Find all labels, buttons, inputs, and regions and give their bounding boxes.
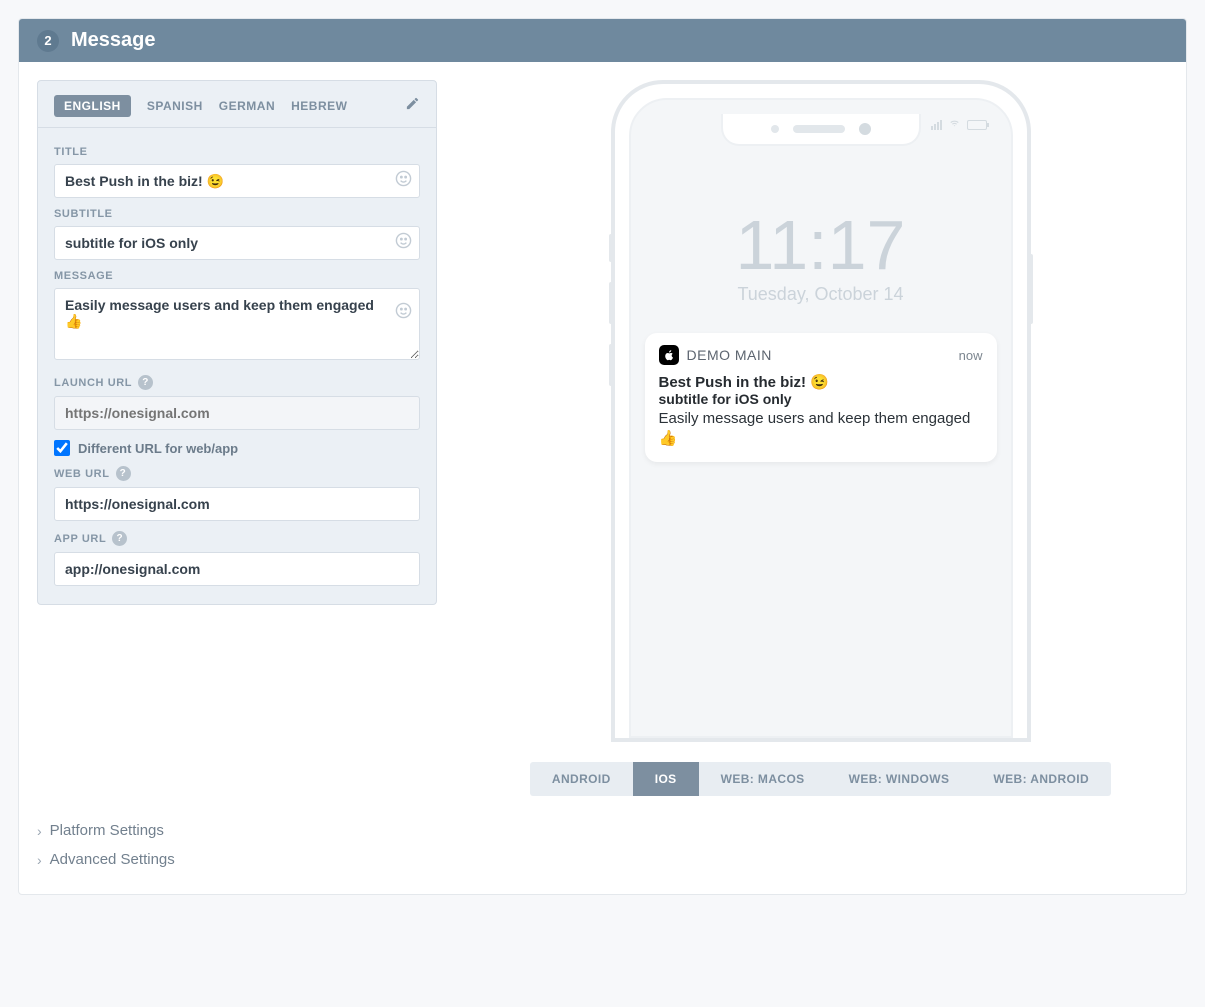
web-url-input[interactable] — [54, 487, 420, 521]
title-input[interactable] — [54, 164, 420, 198]
platform-settings-label: Platform Settings — [50, 822, 164, 839]
app-icon — [659, 345, 679, 365]
notification-app-name: DEMO MAIN — [687, 347, 772, 363]
message-textarea[interactable]: Easily message users and keep them engag… — [54, 288, 420, 360]
card-title: Message — [71, 29, 156, 52]
message-card: 2 Message ENGLISH SPANISH GERMAN HEBREW … — [18, 18, 1187, 895]
language-tabs: ENGLISH SPANISH GERMAN HEBREW — [38, 81, 436, 127]
different-url-label: Different URL for web/app — [78, 441, 238, 456]
collapsible-sections: › Platform Settings › Advanced Settings — [19, 796, 1186, 894]
chevron-right-icon: › — [37, 823, 42, 839]
status-bar-icons — [931, 118, 987, 131]
subtitle-label: SUBTITLE — [54, 208, 420, 220]
web-url-label-text: WEB URL — [54, 468, 110, 480]
advanced-settings-toggle[interactable]: › Advanced Settings — [37, 845, 1168, 874]
lock-screen-time: 11:17 — [631, 210, 1011, 280]
platform-tab-android[interactable]: ANDROID — [530, 762, 633, 796]
emoji-picker-icon[interactable] — [395, 302, 412, 324]
app-url-label-text: APP URL — [54, 533, 106, 545]
notification-time: now — [959, 348, 983, 363]
emoji-picker-icon[interactable] — [395, 232, 412, 254]
platform-preview-tabs: ANDROID IOS WEB: MACOS WEB: WINDOWS WEB:… — [530, 762, 1111, 796]
help-icon[interactable]: ? — [112, 531, 127, 546]
app-url-label: APP URL ? — [54, 531, 420, 546]
notification-title: Best Push in the biz! 😉 — [659, 373, 983, 391]
platform-tab-web-windows[interactable]: WEB: WINDOWS — [827, 762, 972, 796]
language-tab-hebrew[interactable]: HEBREW — [291, 99, 347, 113]
platform-tab-ios[interactable]: IOS — [633, 762, 699, 796]
launch-url-label-text: LAUNCH URL — [54, 377, 132, 389]
preview-panel: 11:17 Tuesday, October 14 DEMO MAIN now … — [455, 62, 1186, 796]
platform-tab-web-macos[interactable]: WEB: MACOS — [699, 762, 827, 796]
phone-mockup: 11:17 Tuesday, October 14 DEMO MAIN now … — [611, 80, 1031, 742]
notification-subtitle: subtitle for iOS only — [659, 391, 983, 407]
language-tab-spanish[interactable]: SPANISH — [147, 99, 203, 113]
lock-screen-date: Tuesday, October 14 — [631, 284, 1011, 305]
language-tab-german[interactable]: GERMAN — [219, 99, 275, 113]
notification-message: Easily message users and keep them engag… — [659, 409, 983, 450]
edit-languages-icon[interactable] — [405, 96, 420, 116]
phone-notch — [721, 114, 921, 146]
launch-url-input[interactable] — [54, 396, 420, 430]
wifi-icon — [948, 118, 961, 131]
message-form-panel: ENGLISH SPANISH GERMAN HEBREW TITLE — [37, 80, 437, 605]
notification-preview: DEMO MAIN now Best Push in the biz! 😉 su… — [645, 333, 997, 462]
subtitle-input[interactable] — [54, 226, 420, 260]
emoji-picker-icon[interactable] — [395, 170, 412, 192]
platform-tab-web-android[interactable]: WEB: ANDROID — [971, 762, 1111, 796]
message-label: MESSAGE — [54, 270, 420, 282]
help-icon[interactable]: ? — [116, 466, 131, 481]
different-url-checkbox[interactable] — [54, 440, 70, 456]
platform-settings-toggle[interactable]: › Platform Settings — [37, 816, 1168, 845]
advanced-settings-label: Advanced Settings — [50, 851, 175, 868]
step-number-badge: 2 — [37, 30, 59, 52]
app-url-input[interactable] — [54, 552, 420, 586]
chevron-right-icon: › — [37, 852, 42, 868]
web-url-label: WEB URL ? — [54, 466, 420, 481]
card-header: 2 Message — [19, 19, 1186, 62]
help-icon[interactable]: ? — [138, 375, 153, 390]
battery-icon — [967, 120, 987, 130]
title-label: TITLE — [54, 146, 420, 158]
signal-icon — [931, 120, 942, 130]
language-tab-english[interactable]: ENGLISH — [54, 95, 131, 117]
launch-url-label: LAUNCH URL ? — [54, 375, 420, 390]
